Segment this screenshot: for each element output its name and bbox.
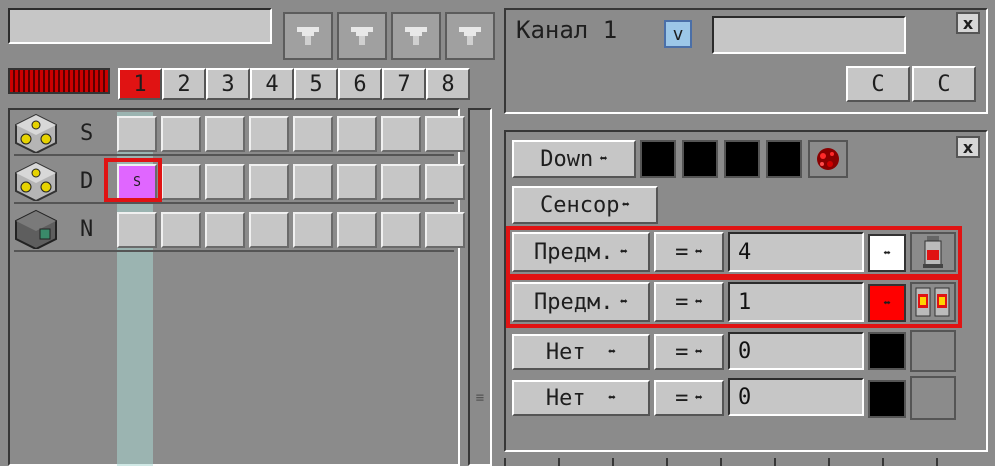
color-swatch[interactable] <box>766 140 802 178</box>
close-icon[interactable]: x <box>956 136 980 158</box>
slot[interactable] <box>381 116 421 152</box>
slot-row: S <box>117 164 465 200</box>
search-input[interactable] <box>8 8 272 44</box>
direction-label: Down <box>540 146 594 172</box>
divider <box>14 202 454 204</box>
tab-1[interactable]: 1 <box>118 68 162 100</box>
arrows-icon: ⬌ <box>607 390 617 406</box>
operator-button[interactable]: = ⬌ <box>654 380 724 416</box>
item-slot[interactable] <box>910 376 956 420</box>
arrows-icon: ⬌ <box>694 390 703 406</box>
slot[interactable] <box>249 116 289 152</box>
slot[interactable] <box>293 116 333 152</box>
filter-button-3[interactable] <box>391 12 441 60</box>
slot[interactable] <box>249 164 289 200</box>
slot-row <box>117 212 465 248</box>
condition-type-button[interactable]: Нет ⬌ <box>512 334 650 370</box>
tab-3[interactable]: 3 <box>206 68 250 100</box>
nuclear-reactor-icon <box>15 161 57 201</box>
arrows-icon: ⬌ <box>694 344 703 360</box>
color-swatch[interactable] <box>724 140 760 178</box>
slot[interactable] <box>425 212 465 248</box>
color-button[interactable] <box>868 380 906 418</box>
machine-block-icon <box>15 209 57 249</box>
condition-highlight <box>506 226 962 278</box>
tab-8[interactable]: 8 <box>426 68 470 100</box>
tab-4[interactable]: 4 <box>250 68 294 100</box>
row-label: S <box>80 120 94 146</box>
operator-label: = <box>675 339 689 365</box>
slot[interactable] <box>337 164 377 200</box>
scrollbar-handle[interactable]: ≡ <box>474 390 486 420</box>
slot[interactable] <box>337 116 377 152</box>
condition-type-label: Нет <box>545 339 586 365</box>
arrows-icon: ⬌ <box>621 197 630 213</box>
slot[interactable] <box>117 116 157 152</box>
tab-2[interactable]: 2 <box>162 68 206 100</box>
value-input[interactable]: 0 <box>728 378 864 416</box>
direction-button[interactable]: Down ⬌ <box>512 140 636 178</box>
slot-row <box>117 116 465 152</box>
filter-icon <box>459 27 481 45</box>
slot[interactable] <box>249 212 289 248</box>
slot[interactable] <box>205 116 245 152</box>
channel-title: Канал 1 <box>516 16 618 44</box>
item-slot[interactable] <box>910 330 956 372</box>
sensor-button[interactable]: Сенсор ⬌ <box>512 186 658 224</box>
redstone-dust-icon <box>817 148 839 170</box>
slot[interactable] <box>117 212 157 248</box>
signal-bar <box>8 68 110 94</box>
slot[interactable] <box>425 116 465 152</box>
slot[interactable] <box>161 116 201 152</box>
tab-7[interactable]: 7 <box>382 68 426 100</box>
redstone-slot[interactable] <box>808 140 848 178</box>
condition-highlight <box>506 276 962 328</box>
channel-tabs: 1 2 3 4 5 6 7 8 <box>118 68 470 100</box>
condition-type-label: Нет <box>545 385 586 411</box>
divider <box>14 154 454 156</box>
close-icon[interactable]: x <box>956 12 980 34</box>
filter-icon <box>405 27 427 45</box>
slot[interactable] <box>293 212 333 248</box>
arrows-icon: ⬌ <box>607 344 617 360</box>
color-swatch[interactable] <box>640 140 676 178</box>
filter-button-2[interactable] <box>337 12 387 60</box>
color-button[interactable] <box>868 332 906 370</box>
filter-button-4[interactable] <box>445 12 495 60</box>
slot[interactable] <box>381 164 421 200</box>
condition-type-button[interactable]: Нет ⬌ <box>512 380 650 416</box>
tab-6[interactable]: 6 <box>338 68 382 100</box>
selection-highlight <box>104 158 162 202</box>
slot[interactable] <box>205 212 245 248</box>
filter-icon <box>351 27 373 45</box>
scrollbar-track[interactable]: ≡ <box>468 108 492 466</box>
slot[interactable] <box>205 164 245 200</box>
sensor-label: Сенсор <box>540 192 620 218</box>
chevron-down-icon[interactable]: v <box>664 20 692 48</box>
slot[interactable] <box>161 212 201 248</box>
c-button-2[interactable]: C <box>912 66 976 102</box>
divider <box>14 250 454 252</box>
row-label: N <box>80 216 94 242</box>
value-input[interactable]: 0 <box>728 332 864 370</box>
slot[interactable] <box>293 164 333 200</box>
slot[interactable] <box>161 164 201 200</box>
slot[interactable] <box>425 164 465 200</box>
slot[interactable] <box>337 212 377 248</box>
tab-5[interactable]: 5 <box>294 68 338 100</box>
color-swatch[interactable] <box>682 140 718 178</box>
nuclear-reactor-icon <box>15 113 57 153</box>
filter-icon <box>297 27 319 45</box>
operator-button[interactable]: = ⬌ <box>654 334 724 370</box>
channel-name-input[interactable] <box>712 16 906 54</box>
slot[interactable] <box>381 212 421 248</box>
operator-label: = <box>675 385 689 411</box>
bottom-strip <box>504 458 988 466</box>
arrows-icon: ⬌ <box>599 151 608 167</box>
c-button-1[interactable]: C <box>846 66 910 102</box>
filter-button-1[interactable] <box>283 12 333 60</box>
